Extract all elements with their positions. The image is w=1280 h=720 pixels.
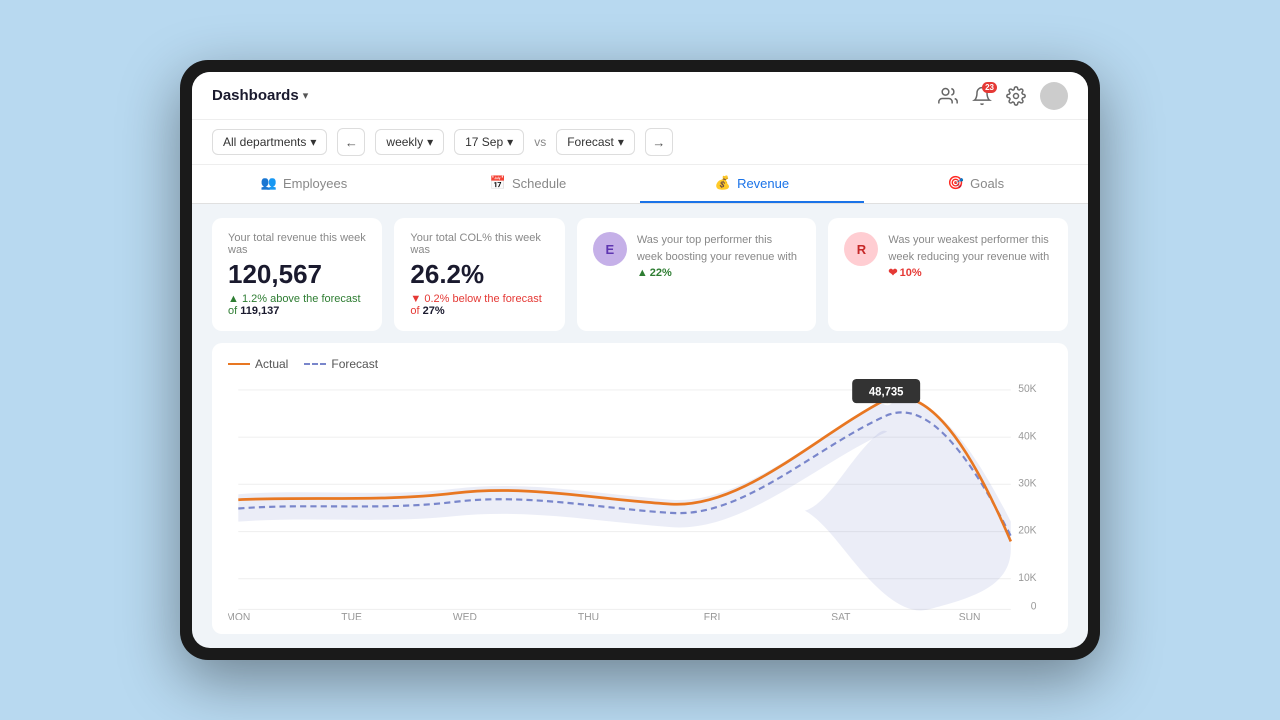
svg-text:SAT: SAT — [831, 611, 851, 620]
screen: Dashboards ▾ 23 All departments — [192, 72, 1088, 648]
revenue-icon: 💰 — [715, 175, 731, 191]
svg-text:WED: WED — [453, 611, 477, 620]
settings-button[interactable] — [1006, 86, 1026, 106]
svg-text:50K: 50K — [1018, 382, 1036, 394]
col-sub: ▼ 0.2% below the forecast of 27% — [410, 293, 548, 317]
toolbar: All departments ▾ ← weekly ▾ 17 Sep ▾ vs… — [192, 120, 1088, 165]
header-left: Dashboards ▾ — [212, 87, 308, 104]
main-content: Your total revenue this week was 120,567… — [192, 204, 1088, 648]
department-dropdown-icon: ▾ — [310, 135, 316, 149]
svg-text:10K: 10K — [1018, 571, 1036, 583]
chart-container: Actual Forecast 50K 40K 30K 20K 10K — [212, 343, 1068, 634]
svg-text:SUN: SUN — [959, 611, 981, 620]
date-select[interactable]: 17 Sep ▾ — [454, 129, 524, 155]
device-frame: Dashboards ▾ 23 All departments — [180, 60, 1100, 660]
tabs: 👥 Employees 📅 Schedule 💰 Revenue 🎯 Goals — [192, 165, 1088, 204]
top-performer-avatar: E — [593, 232, 627, 266]
chart-legend: Actual Forecast — [228, 357, 1052, 371]
goals-icon: 🎯 — [948, 175, 964, 191]
chart-tooltip-text: 48,735 — [869, 385, 904, 398]
prev-period-button[interactable]: ← — [337, 128, 365, 156]
actual-legend-item: Actual — [228, 357, 288, 371]
svg-text:THU: THU — [578, 611, 599, 620]
notification-button[interactable]: 23 — [972, 86, 992, 106]
tab-employees[interactable]: 👥 Employees — [192, 165, 416, 203]
actual-legend-label: Actual — [255, 357, 288, 371]
tab-goals[interactable]: 🎯 Goals — [864, 165, 1088, 203]
forecast-legend-item: Forecast — [304, 357, 378, 371]
revenue-chart: 50K 40K 30K 20K 10K 0 — [228, 379, 1052, 620]
date-dropdown-icon: ▾ — [507, 135, 513, 149]
forecast-legend-line — [304, 363, 326, 365]
col-kpi-card: Your total COL% this week was 26.2% ▼ 0.… — [394, 218, 564, 331]
weak-performer-card: R Was your weakest performer this week r… — [828, 218, 1068, 331]
kpi-row: Your total revenue this week was 120,567… — [212, 218, 1068, 331]
svg-text:20K: 20K — [1018, 524, 1036, 536]
top-performer-card: E Was your top performer this week boost… — [577, 218, 817, 331]
weak-performer-avatar: R — [844, 232, 878, 266]
people-icon-button[interactable] — [938, 86, 958, 106]
revenue-label: Your total revenue this week was — [228, 232, 366, 256]
employees-icon: 👥 — [261, 175, 277, 191]
col-forecast-val: 27% — [423, 305, 445, 317]
forecast-legend-label: Forecast — [331, 357, 378, 371]
top-performer-text: Was your top performer this week boostin… — [637, 232, 801, 282]
revenue-value: 120,567 — [228, 260, 366, 289]
top-performer-stat: ▲ 22% — [637, 265, 672, 282]
svg-text:0: 0 — [1031, 600, 1037, 612]
actual-legend-line — [228, 363, 250, 365]
header-right: 23 — [938, 82, 1068, 110]
dashboard-title: Dashboards — [212, 87, 299, 104]
forecast-dropdown-icon: ▾ — [618, 135, 624, 149]
svg-text:30K: 30K — [1018, 477, 1036, 489]
user-avatar[interactable] — [1040, 82, 1068, 110]
svg-text:40K: 40K — [1018, 430, 1036, 442]
weak-performer-text: Was your weakest performer this week red… — [888, 232, 1052, 282]
revenue-forecast-val: 119,137 — [240, 305, 279, 317]
svg-text:TUE: TUE — [341, 611, 362, 620]
tab-revenue[interactable]: 💰 Revenue — [640, 165, 864, 203]
period-select[interactable]: weekly ▾ — [375, 129, 444, 155]
col-label: Your total COL% this week was — [410, 232, 548, 256]
revenue-delta-arrow: ▲ — [228, 293, 242, 305]
revenue-kpi-card: Your total revenue this week was 120,567… — [212, 218, 382, 331]
revenue-sub: ▲ 1.2% above the forecast of 119,137 — [228, 293, 366, 317]
col-value: 26.2% — [410, 260, 548, 289]
department-select[interactable]: All departments ▾ — [212, 129, 327, 155]
dropdown-arrow-icon[interactable]: ▾ — [303, 89, 309, 102]
next-period-button[interactable]: → — [645, 128, 673, 156]
schedule-icon: 📅 — [490, 175, 506, 191]
svg-text:MON: MON — [228, 611, 250, 620]
weak-performer-stat: ❤ 10% — [888, 265, 921, 282]
forecast-select[interactable]: Forecast ▾ — [556, 129, 635, 155]
header: Dashboards ▾ 23 — [192, 72, 1088, 120]
col-delta-arrow: ▼ — [410, 293, 424, 305]
chart-area: 50K 40K 30K 20K 10K 0 — [228, 379, 1052, 620]
tab-schedule[interactable]: 📅 Schedule — [416, 165, 640, 203]
period-dropdown-icon: ▾ — [427, 135, 433, 149]
vs-label: vs — [534, 135, 546, 149]
svg-text:FRI: FRI — [704, 611, 721, 620]
notification-badge: 23 — [982, 82, 997, 93]
